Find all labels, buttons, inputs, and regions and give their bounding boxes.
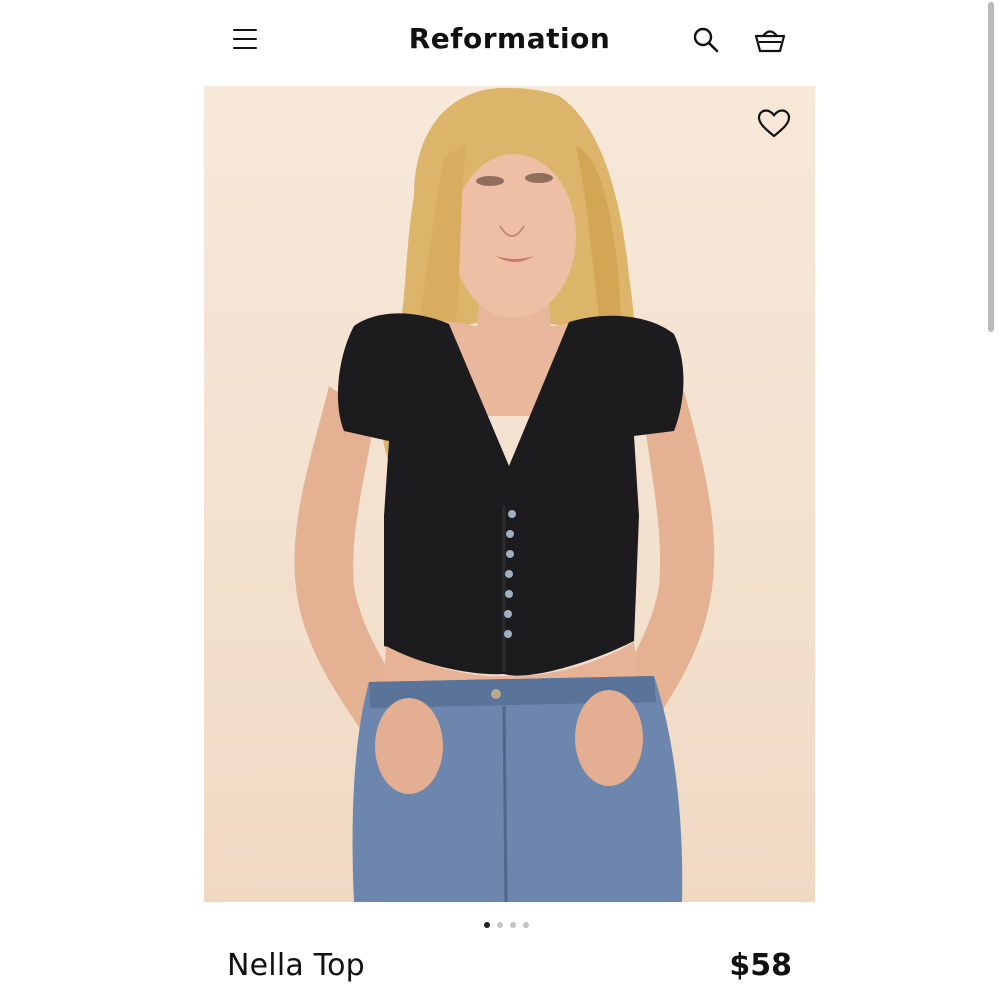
carousel-dot-3[interactable] <box>510 922 516 928</box>
top-nav-bar: Reformation <box>204 0 815 86</box>
product-price: $58 <box>729 948 792 983</box>
carousel-indicator[interactable] <box>484 922 529 930</box>
carousel-dot-2[interactable] <box>497 922 503 928</box>
heart-icon[interactable] <box>757 108 791 140</box>
shopping-bag-icon[interactable] <box>753 24 787 56</box>
search-icon[interactable] <box>692 26 720 54</box>
carousel-dot-1[interactable] <box>484 922 490 928</box>
brand-logo[interactable]: Reformation <box>204 22 815 55</box>
product-image[interactable] <box>204 86 815 902</box>
product-title: Nella Top <box>227 948 365 983</box>
carousel-dot-4[interactable] <box>523 922 529 928</box>
model-photo <box>294 87 715 902</box>
page-scrollbar[interactable] <box>988 2 994 332</box>
